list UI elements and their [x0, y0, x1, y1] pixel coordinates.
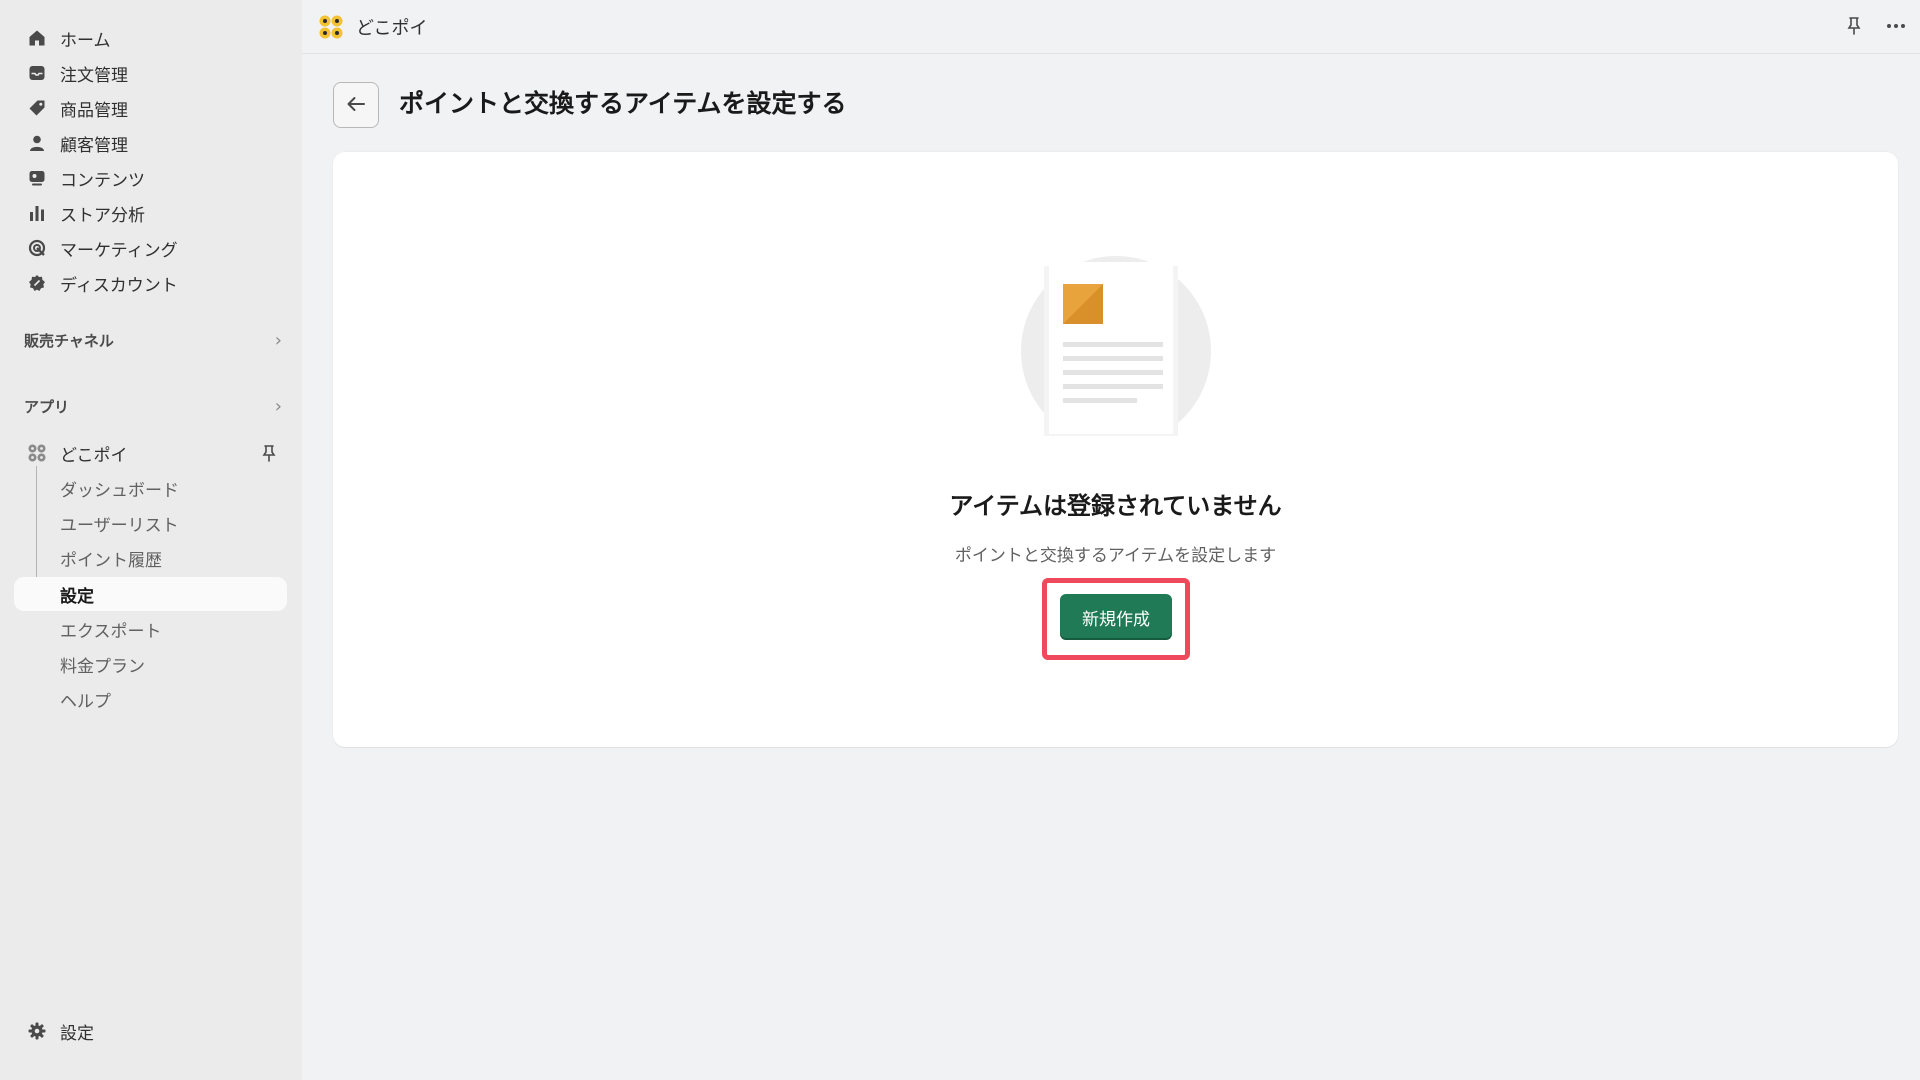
empty-state-heading: アイテムは登録されていません: [949, 492, 1282, 520]
nav-label: 顧客管理: [60, 135, 128, 156]
topbar-app-name: どこポイ: [356, 17, 428, 39]
sales-channels-label: 販売チャネル: [24, 331, 114, 350]
topbar-actions: [1840, 12, 1910, 40]
create-new-button[interactable]: 新規作成: [1060, 594, 1172, 640]
nav-discounts[interactable]: ディスカウント: [14, 266, 287, 300]
app-logo-icon: [27, 443, 47, 463]
nav-label: ディスカウント: [60, 275, 178, 296]
sub-item-label: ユーザーリスト: [60, 515, 179, 536]
nav-marketing[interactable]: マーケティング: [14, 231, 287, 265]
empty-state-card: アイテムは登録されていません ポイントと交換するアイテムを設定します 新規作成: [333, 152, 1898, 747]
sub-item-label: ダッシュボード: [60, 480, 179, 501]
nav-label: 設定: [60, 1023, 94, 1044]
app-name-label: どこポイ: [60, 445, 128, 466]
inbox-icon: [27, 63, 47, 83]
nav-label: ストア分析: [60, 205, 145, 226]
sub-item-label: 設定: [60, 586, 94, 607]
empty-document-illustration: [1021, 256, 1211, 446]
app-sub-point-history[interactable]: ポイント履歴: [14, 541, 287, 575]
pin-icon[interactable]: [1840, 12, 1868, 40]
sub-item-label: 料金プラン: [60, 656, 145, 677]
back-button[interactable]: [333, 82, 379, 128]
gear-icon: [27, 1021, 47, 1041]
app-sub-settings[interactable]: 設定: [14, 577, 287, 611]
app-sub-user-list[interactable]: ユーザーリスト: [14, 506, 287, 540]
nav-settings[interactable]: 設定: [14, 1014, 287, 1048]
app-sub-export[interactable]: エクスポート: [14, 612, 287, 646]
app-topbar: どこポイ: [302, 0, 1920, 54]
nav-products[interactable]: 商品管理: [14, 91, 287, 125]
nav-label: コンテンツ: [60, 170, 145, 191]
apps-label: アプリ: [24, 397, 70, 416]
page-title: ポイントと交換するアイテムを設定する: [399, 89, 847, 118]
arrow-left-icon: [346, 96, 366, 115]
nav-orders[interactable]: 注文管理: [14, 56, 287, 90]
empty-state-description: ポイントと交換するアイテムを設定します: [954, 546, 1277, 566]
tag-icon: [27, 98, 47, 118]
bar-chart-icon: [27, 203, 47, 223]
nav-analytics[interactable]: ストア分析: [14, 196, 287, 230]
sidebar: ホーム 注文管理 商品管理 顧客管理 コンテンツ ストア分析 マーケティング デ…: [0, 0, 302, 1080]
app-sub-help[interactable]: ヘルプ: [14, 682, 287, 716]
chevron-right-icon: ›: [274, 395, 282, 417]
sub-item-label: ポイント履歴: [60, 550, 162, 571]
sub-item-label: エクスポート: [60, 621, 162, 642]
more-icon[interactable]: [1882, 12, 1910, 40]
nav-label: 注文管理: [60, 65, 128, 86]
chevron-right-icon: ›: [274, 329, 282, 351]
sales-channels-section[interactable]: 販売チャネル ›: [24, 326, 282, 354]
home-icon: [27, 28, 47, 48]
nav-label: 商品管理: [60, 100, 128, 121]
app-sub-dashboard[interactable]: ダッシュボード: [14, 471, 287, 505]
person-icon: [27, 133, 47, 153]
nav-label: マーケティング: [60, 240, 178, 261]
pin-icon[interactable]: [261, 444, 277, 466]
apps-section[interactable]: アプリ ›: [24, 392, 282, 420]
sub-item-label: ヘルプ: [60, 691, 111, 712]
app-logo-icon: [318, 14, 344, 40]
nav-app-dokopoi[interactable]: どこポイ: [14, 436, 287, 470]
nav-customers[interactable]: 顧客管理: [14, 126, 287, 160]
nav-label: ホーム: [60, 30, 111, 51]
app-root: ホーム 注文管理 商品管理 顧客管理 コンテンツ ストア分析 マーケティング デ…: [0, 0, 1920, 1080]
discount-icon: [27, 273, 47, 293]
app-sub-pricing[interactable]: 料金プラン: [14, 647, 287, 681]
target-icon: [27, 238, 47, 258]
nav-content[interactable]: コンテンツ: [14, 161, 287, 195]
content-icon: [27, 168, 47, 188]
nav-home[interactable]: ホーム: [14, 21, 287, 55]
